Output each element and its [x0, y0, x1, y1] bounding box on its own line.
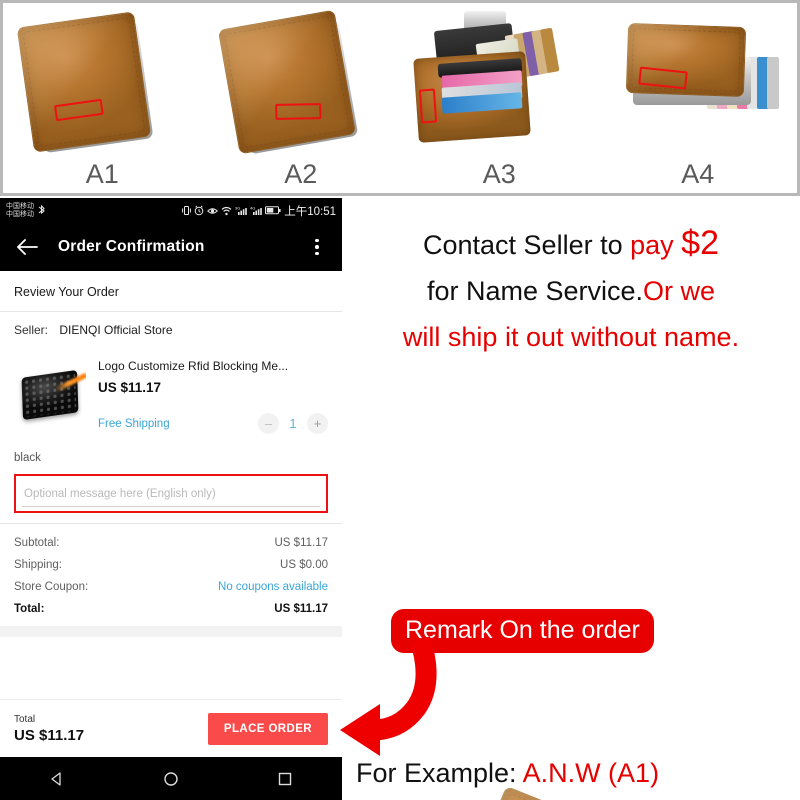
order-summary: Subtotal: US $11.17 Shipping: US $0.00 S… [0, 524, 342, 626]
nav-back-triangle-icon[interactable] [49, 771, 65, 787]
summary-row-total: Total: US $11.17 [14, 598, 328, 620]
engrave-area-a3 [418, 88, 438, 124]
carrier-info: 中国移动 中国移动 [6, 203, 46, 219]
message-box-wrapper [0, 472, 342, 523]
variant-label-a1: A1 [85, 159, 119, 189]
product-row[interactable]: Logo Customize Rfid Blocking Me... US $1… [0, 348, 342, 442]
product-info: Logo Customize Rfid Blocking Me... US $1… [98, 358, 328, 434]
android-nav-bar [0, 757, 342, 800]
page-root: A1 A2 A3 A4 中国移动 中国移动 3G 4G 上午10:51 Orde… [0, 0, 800, 800]
nav-recents-square-icon[interactable] [277, 771, 293, 787]
engrave-area-a2 [274, 103, 321, 120]
example-line: For Example: A.N.W (A1) [356, 758, 796, 789]
promo-message: Contact Seller to pay $2 for Name Servic… [342, 198, 800, 360]
status-bar: 中国移动 中国移动 3G 4G 上午10:51 [0, 198, 342, 223]
section-gap [0, 626, 342, 637]
variant-option-a4[interactable]: A4 [599, 3, 798, 193]
qty-value: 1 [289, 416, 297, 431]
checkout-bar: Total US $11.17 PLACE ORDER [0, 699, 342, 757]
summary-row: Shipping: US $0.00 [14, 554, 328, 576]
variant-label-a4: A4 [681, 159, 715, 189]
status-clock: 上午10:51 [284, 205, 336, 218]
message-highlight-box [14, 474, 328, 513]
summary-row[interactable]: Store Coupon: No coupons available [14, 576, 328, 598]
summary-key: Total: [14, 603, 45, 615]
summary-key: Store Coupon: [14, 581, 89, 593]
wallet-image-a3 [400, 5, 599, 157]
variant-label-a2: A2 [284, 159, 318, 189]
status-icon-group: 3G 4G [182, 205, 281, 216]
promo-line1-red: pay [630, 230, 682, 260]
summary-key: Shipping: [14, 559, 62, 571]
order-body: Review Your Order Seller: DIENQI Officia… [0, 271, 342, 800]
seller-label: Seller: [14, 323, 49, 337]
carrier-name-1: 中国移动 [6, 202, 34, 210]
bluetooth-icon [38, 205, 45, 215]
back-arrow-icon[interactable] [14, 234, 40, 260]
status-indicators: 3G 4G 上午10:51 [182, 203, 336, 219]
product-price: US $11.17 [98, 380, 162, 395]
seller-name: DIENQI Official Store [59, 323, 173, 337]
signal-1-icon: 3G [235, 206, 248, 215]
curved-left-arrow-icon [324, 634, 454, 764]
product-variant-text: black [14, 452, 41, 464]
promo-line3-red: will ship it out without name. [402, 322, 740, 352]
checkout-total-value: US $11.17 [14, 726, 85, 744]
shipping-text[interactable]: Free Shipping [98, 418, 170, 430]
promo-line2-red: Or we [643, 276, 716, 306]
phone-screenshot: 中国移动 中国移动 3G 4G 上午10:51 Order Confirmati… [0, 198, 342, 800]
promo-line-2: for Name Service.Or we [348, 268, 794, 314]
summary-value[interactable]: No coupons available [218, 581, 328, 593]
signal-2-icon: 4G [250, 206, 263, 215]
summary-row: Subtotal: US $11.17 [14, 532, 328, 554]
seller-row[interactable]: Seller: DIENQI Official Store [0, 312, 342, 348]
qty-decrement-button[interactable]: – [258, 413, 279, 434]
example-prefix: For Example: [356, 758, 523, 788]
summary-value: US $11.17 [274, 603, 328, 615]
promo-line-1: Contact Seller to pay $2 [348, 220, 794, 268]
promo-amount: $2 [681, 224, 719, 262]
alarm-icon [194, 205, 204, 216]
summary-value: US $0.00 [280, 559, 328, 571]
variant-label-a3: A3 [482, 159, 516, 189]
promo-line-3: will ship it out without name. [348, 314, 794, 360]
carrier-name-2: 中国移动 [6, 210, 34, 218]
variant-option-a2[interactable]: A2 [202, 3, 401, 193]
battery-icon [265, 206, 281, 215]
place-order-button[interactable]: PLACE ORDER [207, 712, 328, 745]
summary-value: US $11.17 [274, 537, 329, 549]
product-thumbnail[interactable] [14, 358, 86, 430]
order-message-input[interactable] [22, 486, 320, 507]
summary-key: Subtotal: [14, 537, 60, 549]
wallet-image-a2 [202, 5, 401, 157]
wifi-icon [221, 206, 232, 215]
quantity-stepper: – 1 + [258, 413, 328, 434]
eye-icon [207, 208, 219, 214]
variant-option-a1[interactable]: A1 [3, 3, 202, 193]
variant-strip: A1 A2 A3 A4 [0, 0, 800, 196]
product-name: Logo Customize Rfid Blocking Me... [98, 359, 289, 373]
vibrate-icon [182, 206, 192, 215]
promo-line1-black: Contact Seller to [423, 230, 631, 260]
app-bar: Order Confirmation [0, 223, 342, 271]
wallet-image-a1 [3, 5, 202, 157]
promo-panel: Contact Seller to pay $2 for Name Servic… [340, 198, 800, 800]
qty-increment-button[interactable]: + [307, 413, 328, 434]
nav-home-circle-icon[interactable] [163, 771, 179, 787]
review-order-heading: Review Your Order [14, 285, 119, 299]
wallet-image-a4 [599, 5, 798, 157]
checkout-total-label: Total [14, 713, 36, 725]
page-title: Order Confirmation [58, 238, 205, 255]
checkout-total: Total US $11.17 [14, 714, 84, 744]
svg-text:4G: 4G [250, 206, 255, 211]
promo-line2-black: for Name Service. [426, 276, 644, 306]
kebab-menu-icon[interactable] [306, 238, 328, 256]
shipping-and-qty-row: Free Shipping – 1 + [98, 413, 328, 434]
svg-text:3G: 3G [235, 206, 240, 211]
variant-option-a3[interactable]: A3 [400, 3, 599, 193]
example-value: A.N.W (A1) [522, 758, 660, 788]
